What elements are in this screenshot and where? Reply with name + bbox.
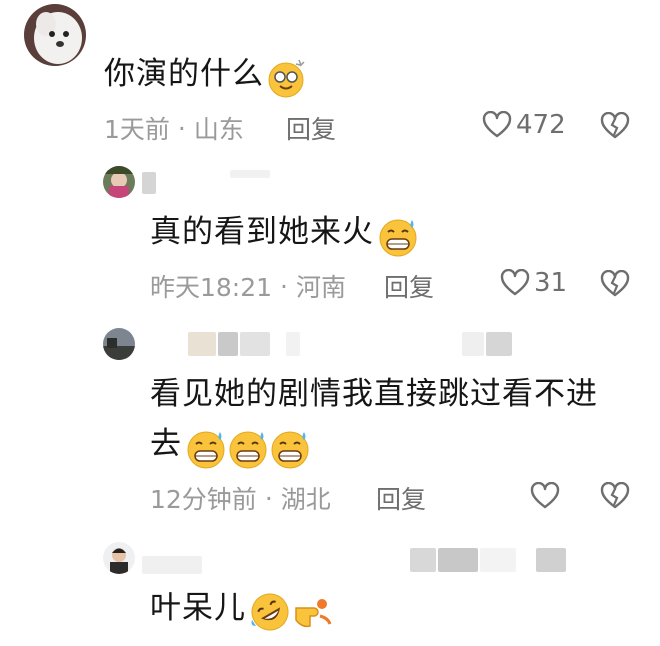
location: 湖北 bbox=[280, 485, 331, 514]
dislike-button[interactable] bbox=[600, 269, 630, 302]
separator: · bbox=[280, 271, 288, 301]
dislike-button[interactable] bbox=[600, 481, 630, 514]
rolling-laughing-emoji bbox=[248, 590, 289, 630]
username-blurred bbox=[480, 548, 516, 572]
timestamp: 昨天18:21 bbox=[150, 273, 273, 302]
avatar[interactable] bbox=[103, 166, 135, 198]
location: 河南 bbox=[296, 273, 347, 302]
comment-text: 真的看到她来火 bbox=[150, 210, 417, 256]
comment-text: 你演的什么 bbox=[104, 52, 306, 97]
separator: · bbox=[177, 113, 186, 143]
timestamp: 12分钟前 bbox=[150, 485, 257, 514]
username-blurred bbox=[536, 548, 566, 572]
username-blurred bbox=[230, 170, 270, 178]
pointing-hand-emoji bbox=[290, 590, 332, 630]
reply-button[interactable]: 回复 bbox=[376, 480, 426, 516]
username-blurred bbox=[142, 556, 202, 574]
username-blurred bbox=[438, 548, 478, 572]
grinning-sweat-emoji bbox=[184, 426, 225, 468]
username-blurred bbox=[218, 332, 238, 356]
heart-icon bbox=[500, 269, 530, 296]
comment-text: 叶呆儿 bbox=[150, 586, 332, 630]
comment-meta: 12分钟前 · 湖北 bbox=[150, 480, 331, 516]
separator: · bbox=[264, 483, 273, 513]
avatar[interactable] bbox=[24, 4, 86, 66]
avatar[interactable] bbox=[103, 542, 135, 574]
comment-text: 看见她的剧情我直接跳过看不进 bbox=[150, 376, 598, 412]
heart-icon bbox=[482, 111, 512, 138]
broken-heart-icon bbox=[600, 481, 630, 509]
like-button[interactable]: 472 bbox=[482, 110, 566, 140]
broken-heart-icon bbox=[600, 111, 630, 139]
username-blurred bbox=[410, 548, 436, 572]
like-count: 31 bbox=[534, 268, 568, 298]
comment-meta: 1天前 · 山东 bbox=[104, 110, 244, 146]
comment-text: 去 bbox=[150, 422, 309, 468]
username-blurred bbox=[486, 332, 512, 356]
username-blurred bbox=[286, 332, 300, 356]
timestamp: 1天前 bbox=[104, 115, 170, 144]
heart-icon bbox=[530, 482, 560, 509]
grinning-sweat-emoji bbox=[376, 214, 417, 256]
reply-button[interactable]: 回复 bbox=[286, 110, 336, 146]
broken-heart-icon bbox=[600, 269, 630, 297]
reply-button[interactable]: 回复 bbox=[384, 268, 434, 304]
like-count: 472 bbox=[516, 110, 566, 140]
avatar[interactable] bbox=[103, 328, 135, 360]
username-blurred bbox=[462, 332, 484, 356]
grinning-sweat-emoji bbox=[268, 426, 309, 468]
username-blurred bbox=[142, 172, 156, 194]
like-button[interactable]: 31 bbox=[500, 268, 567, 298]
comment-meta: 昨天18:21 · 河南 bbox=[150, 268, 346, 304]
like-button[interactable] bbox=[530, 482, 564, 510]
username-blurred bbox=[240, 332, 270, 356]
location: 山东 bbox=[193, 115, 244, 144]
dizzy-face-emoji bbox=[266, 56, 306, 97]
dislike-button[interactable] bbox=[600, 111, 630, 144]
username-blurred bbox=[188, 332, 216, 356]
grinning-sweat-emoji bbox=[226, 426, 267, 468]
